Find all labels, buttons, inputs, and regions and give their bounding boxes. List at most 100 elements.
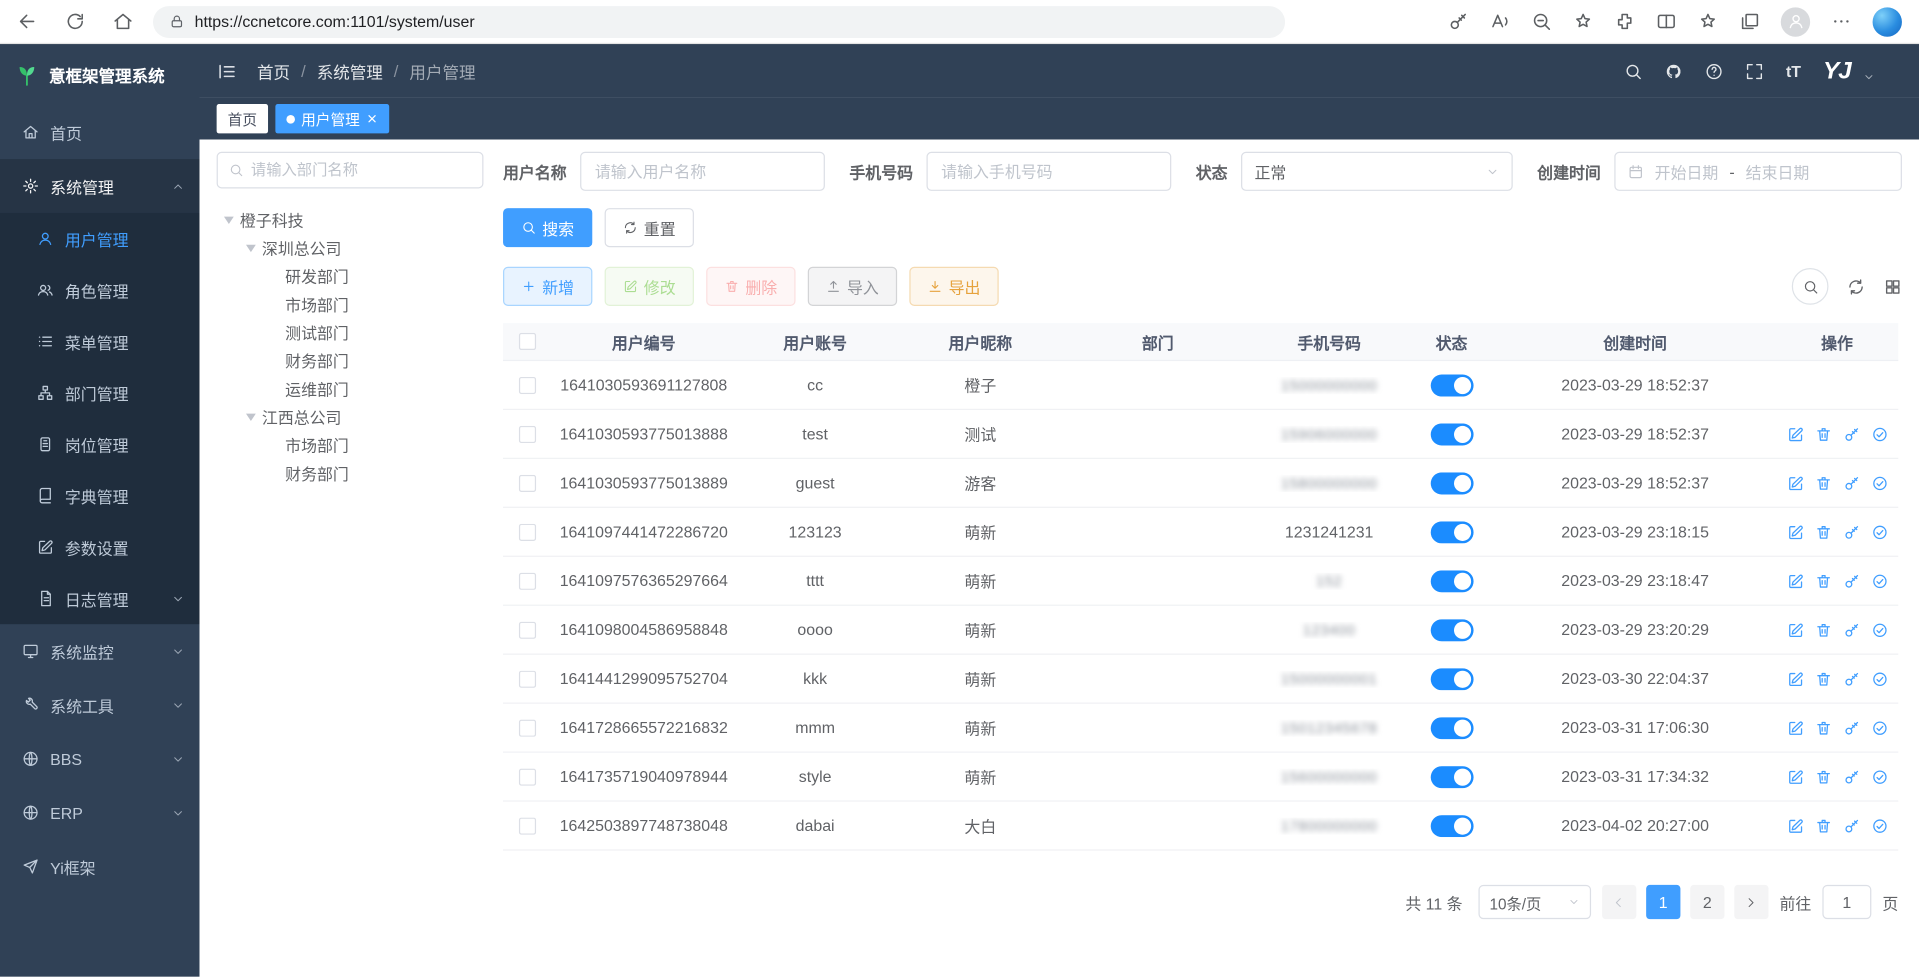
select-all-checkbox[interactable] — [519, 333, 536, 350]
goto-page-input[interactable] — [1822, 885, 1871, 919]
status-toggle[interactable] — [1430, 521, 1473, 543]
tree-node[interactable]: 财务部门 — [217, 346, 484, 374]
status-toggle[interactable] — [1430, 717, 1473, 739]
row-delete-button[interactable] — [1814, 768, 1831, 785]
brand-logo-mark[interactable]: YJ — [1823, 57, 1850, 85]
more-icon[interactable] — [1831, 11, 1852, 32]
sidebar-item-3[interactable]: 系统工具 — [0, 678, 199, 732]
row-checkbox[interactable] — [519, 621, 536, 638]
back-icon[interactable] — [17, 11, 38, 32]
question-icon[interactable] — [1705, 62, 1723, 80]
github-icon[interactable] — [1665, 62, 1683, 80]
sidebar-subitem[interactable]: 日志管理 — [0, 573, 199, 624]
row-reset-password-button[interactable] — [1843, 621, 1860, 638]
sidebar-item-1[interactable]: 系统管理 — [0, 159, 199, 213]
breadcrumb-item[interactable]: 系统管理 — [317, 59, 383, 83]
fullscreen-icon[interactable] — [1746, 62, 1764, 80]
tree-node[interactable]: 市场部门 — [217, 431, 484, 459]
search-button[interactable]: 搜索 — [503, 208, 592, 247]
page-1-button[interactable]: 1 — [1646, 885, 1680, 919]
date-range-picker[interactable]: 开始日期 - 结束日期 — [1614, 152, 1902, 191]
favorites-bar-icon[interactable] — [1698, 11, 1719, 32]
page-2-button[interactable]: 2 — [1690, 885, 1724, 919]
row-delete-button[interactable] — [1814, 474, 1831, 491]
row-assign-role-button[interactable] — [1871, 474, 1888, 491]
row-delete-button[interactable] — [1814, 572, 1831, 589]
refresh-icon[interactable] — [1847, 277, 1865, 295]
url-input[interactable] — [195, 12, 1270, 30]
row-checkbox[interactable] — [519, 670, 536, 687]
status-toggle[interactable] — [1430, 570, 1473, 592]
tab-首页[interactable]: 首页 — [217, 104, 268, 133]
row-checkbox[interactable] — [519, 719, 536, 736]
row-edit-button[interactable] — [1786, 425, 1803, 442]
page-size-select[interactable]: 10条/页 — [1478, 885, 1591, 919]
username-input[interactable] — [580, 152, 825, 191]
row-delete-button[interactable] — [1814, 425, 1831, 442]
row-assign-role-button[interactable] — [1871, 523, 1888, 540]
close-icon[interactable] — [366, 113, 378, 125]
extensions-icon[interactable] — [1614, 11, 1635, 32]
row-reset-password-button[interactable] — [1843, 572, 1860, 589]
row-delete-button[interactable] — [1814, 719, 1831, 736]
row-checkbox[interactable] — [519, 572, 536, 589]
tree-node[interactable]: 财务部门 — [217, 459, 484, 487]
row-assign-role-button[interactable] — [1871, 719, 1888, 736]
row-edit-button[interactable] — [1786, 768, 1803, 785]
status-toggle[interactable] — [1430, 374, 1473, 396]
row-checkbox[interactable] — [519, 768, 536, 785]
prev-page-button[interactable] — [1602, 885, 1636, 919]
sidebar-subitem[interactable]: 参数设置 — [0, 521, 199, 572]
row-assign-role-button[interactable] — [1871, 425, 1888, 442]
row-edit-button[interactable] — [1786, 719, 1803, 736]
tree-node[interactable]: 市场部门 — [217, 290, 484, 318]
row-edit-button[interactable] — [1786, 572, 1803, 589]
sidebar-item-4[interactable]: BBS — [0, 732, 199, 786]
status-toggle[interactable] — [1430, 472, 1473, 494]
tab-用户管理[interactable]: 用户管理 — [275, 104, 389, 133]
sidebar-subitem[interactable]: 字典管理 — [0, 470, 199, 521]
copilot-icon[interactable] — [1873, 7, 1902, 36]
row-edit-button[interactable] — [1786, 523, 1803, 540]
sidebar-item-2[interactable]: 系统监控 — [0, 624, 199, 678]
caret-down-icon[interactable] — [246, 413, 256, 420]
status-toggle[interactable] — [1430, 619, 1473, 641]
row-reset-password-button[interactable] — [1843, 768, 1860, 785]
export-button[interactable]: 导出 — [909, 267, 998, 306]
status-toggle[interactable] — [1430, 423, 1473, 445]
tree-node[interactable]: 深圳总公司 — [217, 234, 484, 262]
edit-button[interactable]: 修改 — [605, 267, 694, 306]
toggle-search-icon[interactable] — [1792, 268, 1829, 305]
row-delete-button[interactable] — [1814, 523, 1831, 540]
row-reset-password-button[interactable] — [1843, 817, 1860, 834]
reload-icon[interactable] — [65, 11, 86, 32]
sidebar-item-5[interactable]: ERP — [0, 786, 199, 840]
row-edit-button[interactable] — [1786, 621, 1803, 638]
row-checkbox[interactable] — [519, 523, 536, 540]
sidebar-subitem[interactable]: 用户管理 — [0, 213, 199, 264]
grid-icon[interactable] — [1884, 277, 1902, 295]
caret-down-icon[interactable] — [224, 216, 234, 223]
dept-search-box[interactable] — [217, 152, 484, 189]
row-checkbox[interactable] — [519, 425, 536, 442]
chevron-down-icon[interactable] — [1863, 71, 1875, 83]
read-aloud-icon[interactable] — [1489, 11, 1510, 32]
row-assign-role-button[interactable] — [1871, 768, 1888, 785]
row-checkbox[interactable] — [519, 376, 536, 393]
row-edit-button[interactable] — [1786, 474, 1803, 491]
tree-node[interactable]: 江西总公司 — [217, 403, 484, 431]
row-edit-button[interactable] — [1786, 670, 1803, 687]
collections-icon[interactable] — [1739, 11, 1760, 32]
row-reset-password-button[interactable] — [1843, 474, 1860, 491]
row-delete-button[interactable] — [1814, 621, 1831, 638]
caret-down-icon[interactable] — [246, 244, 256, 251]
breadcrumb-item[interactable]: 首页 — [257, 59, 290, 83]
reset-button[interactable]: 重置 — [605, 208, 694, 247]
status-select[interactable]: 正常 — [1241, 152, 1513, 191]
tree-node[interactable]: 测试部门 — [217, 318, 484, 346]
collapse-sidebar-icon[interactable] — [217, 61, 238, 82]
add-button[interactable]: 新增 — [503, 267, 592, 306]
search-icon[interactable] — [1624, 62, 1642, 80]
key-icon[interactable] — [1448, 11, 1469, 32]
import-button[interactable]: 导入 — [808, 267, 897, 306]
